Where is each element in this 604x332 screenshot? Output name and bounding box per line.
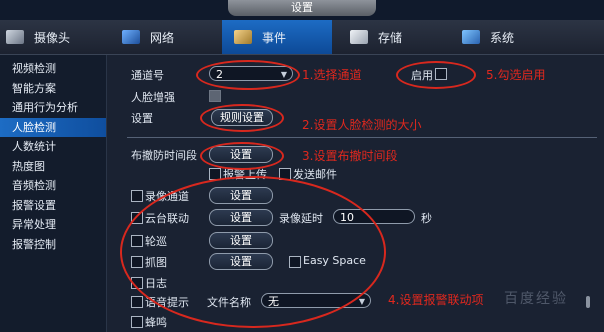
send-email-label: 发送邮件 xyxy=(293,168,337,181)
face-enhance-label: 人脸增强 xyxy=(131,91,175,104)
scrollbar[interactable] xyxy=(586,296,590,308)
network-icon xyxy=(122,30,140,44)
tab-event[interactable]: 事件 xyxy=(222,20,332,54)
schedule-label: 布撤防时间段 xyxy=(131,149,197,162)
tab-label: 事件 xyxy=(262,30,287,45)
tab-network[interactable]: 网络 xyxy=(122,20,222,54)
sidebar-item-smart-plan[interactable]: 智能方案 xyxy=(0,79,106,99)
annotation-ring-schedule xyxy=(200,142,284,170)
voice-prompt-checkbox[interactable] xyxy=(131,296,143,308)
window-title: 设置 xyxy=(228,0,376,16)
sidebar-item-alarm-control[interactable]: 报警控制 xyxy=(0,235,106,255)
tab-label: 系统 xyxy=(490,30,515,45)
storage-icon xyxy=(350,30,368,44)
sidebar-item-behavior-analysis[interactable]: 通用行为分析 xyxy=(0,98,106,118)
tab-label: 存储 xyxy=(378,30,403,45)
annotation-1: 1.选择通道 xyxy=(302,68,362,82)
tab-label: 网络 xyxy=(150,30,175,45)
sidebar-item-video-detect[interactable]: 视频检测 xyxy=(0,59,106,79)
event-icon xyxy=(234,30,252,44)
face-enhance-checkbox[interactable] xyxy=(209,90,221,102)
sidebar-item-alarm-settings[interactable]: 报警设置 xyxy=(0,196,106,216)
sidebar-item-audio-detect[interactable]: 音频检测 xyxy=(0,176,106,196)
sidebar-item-heatmap[interactable]: 热度图 xyxy=(0,157,106,177)
channel-label: 通道号 xyxy=(131,69,164,82)
tab-label: 摄像头 xyxy=(34,30,71,45)
watermark: 百度经验 xyxy=(504,291,568,307)
annotation-4: 4.设置报警联动项 xyxy=(388,293,484,307)
annotation-ring-rule xyxy=(200,104,284,132)
tab-camera[interactable]: 摄像头 xyxy=(6,20,106,54)
top-tab-bar: 摄像头 网络 事件 存储 系统 xyxy=(0,20,604,55)
annotation-ring-linkage xyxy=(120,176,386,328)
annotation-5: 5.勾选启用 xyxy=(486,68,546,82)
record-channel-checkbox[interactable] xyxy=(131,190,143,202)
sidebar-item-exception[interactable]: 异常处理 xyxy=(0,215,106,235)
divider xyxy=(127,137,597,138)
record-delay-unit: 秒 xyxy=(421,212,432,225)
system-icon xyxy=(462,30,480,44)
sidebar-item-people-count[interactable]: 人数统计 xyxy=(0,137,106,157)
sidebar-item-face-detect[interactable]: 人脸检测 xyxy=(0,117,106,137)
sidebar: 视频检测 智能方案 通用行为分析 人脸检测 人数统计 热度图 音频检测 报警设置… xyxy=(0,55,107,332)
annotation-2: 2.设置人脸检测的大小 xyxy=(302,118,422,132)
tab-system[interactable]: 系统 xyxy=(462,20,562,54)
buzzer-checkbox[interactable] xyxy=(131,316,143,328)
settings-label: 设置 xyxy=(131,112,153,125)
annotation-3: 3.设置布撤时间段 xyxy=(302,149,398,163)
buzzer-label: 蜂鸣 xyxy=(145,316,167,329)
annotation-ring-enable xyxy=(396,61,476,89)
camera-icon xyxy=(6,30,24,44)
tab-storage[interactable]: 存储 xyxy=(350,20,450,54)
annotation-ring-channel xyxy=(196,60,300,90)
